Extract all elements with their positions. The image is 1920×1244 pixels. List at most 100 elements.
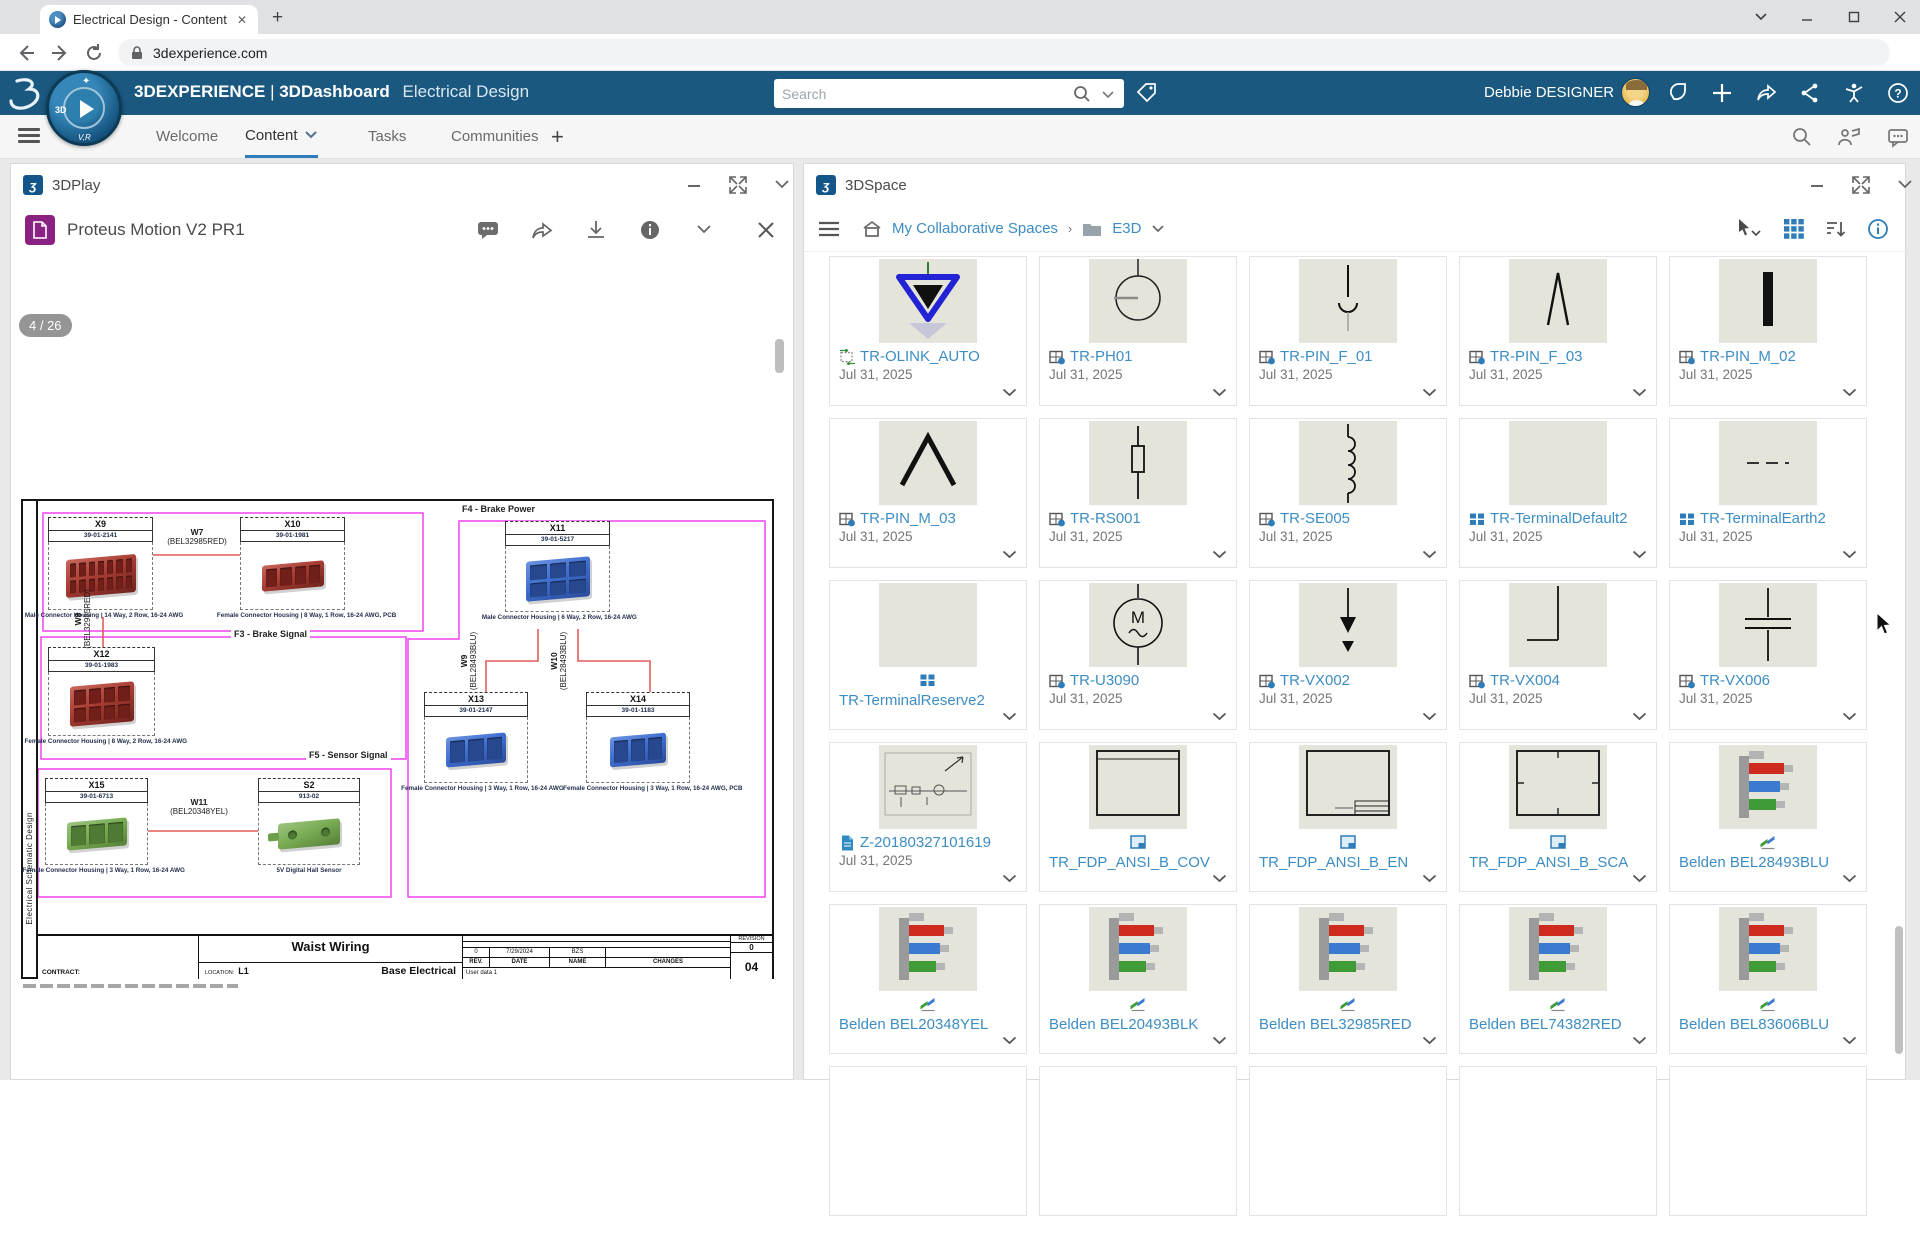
add-tab-button[interactable]: +	[551, 115, 564, 158]
tile-expand-chevron-icon[interactable]	[1422, 712, 1437, 721]
download-icon[interactable]	[583, 217, 609, 243]
tile-expand-chevron-icon[interactable]	[1002, 712, 1017, 721]
widget-menu-chevron-icon[interactable]	[1892, 172, 1918, 198]
tab-tasks[interactable]: Tasks	[368, 115, 406, 158]
tile-expand-chevron-icon[interactable]	[1842, 550, 1857, 559]
content-tile[interactable]: TR_FDP_ANSI_B_COV	[1039, 742, 1237, 892]
content-tile[interactable]: TR-VX004Jul 31, 2025	[1459, 580, 1657, 730]
tile-label[interactable]: TR-PIN_M_02	[1700, 348, 1796, 365]
tile-thumbnail[interactable]	[830, 257, 1026, 345]
tile-label[interactable]: TR-TerminalDefault2	[1490, 510, 1628, 527]
grid-view-icon[interactable]	[1781, 216, 1807, 242]
expand-widget-icon[interactable]	[1848, 172, 1874, 198]
tag-search-icon[interactable]	[1135, 81, 1159, 105]
browser-tab[interactable]: Electrical Design - Content ✕	[40, 5, 258, 34]
tile-label[interactable]: TR-TerminalEarth2	[1700, 510, 1826, 527]
search-options-chevron-icon[interactable]	[1100, 86, 1116, 102]
notifications-tag-icon[interactable]	[1666, 81, 1690, 105]
tile-thumbnail[interactable]	[1670, 743, 1866, 831]
tile-expand-chevron-icon[interactable]	[1002, 550, 1017, 559]
tile-expand-chevron-icon[interactable]	[1002, 874, 1017, 883]
info-icon[interactable]	[637, 217, 663, 243]
tile-expand-chevron-icon[interactable]	[1212, 1036, 1227, 1045]
breadcrumb-chevron-icon[interactable]	[1151, 224, 1165, 234]
window-close-icon[interactable]	[1891, 8, 1909, 26]
content-tile[interactable]: TR-SE005Jul 31, 2025	[1249, 418, 1447, 568]
tile-expand-chevron-icon[interactable]	[1632, 712, 1647, 721]
chat-icon[interactable]	[1886, 125, 1910, 149]
content-tile[interactable]: TR-TerminalEarth2Jul 31, 2025	[1669, 418, 1867, 568]
breadcrumb-folder[interactable]: E3D	[1112, 220, 1141, 237]
content-tile[interactable]: Belden BEL20348YEL	[829, 904, 1027, 1054]
content-tile[interactable]: TR_FDP_ANSI_B_EN	[1249, 742, 1447, 892]
3dspace-scrollbar[interactable]	[1895, 926, 1903, 1054]
tab-close-icon[interactable]: ✕	[235, 13, 249, 27]
content-tile-partial[interactable]	[1459, 1066, 1657, 1216]
tile-thumbnail[interactable]	[1040, 419, 1236, 507]
tile-expand-chevron-icon[interactable]	[1632, 550, 1647, 559]
tile-thumbnail[interactable]	[1670, 905, 1866, 993]
tile-label[interactable]: TR-PIN_M_03	[860, 510, 956, 527]
chevron-down-icon[interactable]	[304, 130, 318, 140]
select-mode-icon[interactable]	[1735, 216, 1761, 242]
user-name[interactable]: Debbie DESIGNER	[1484, 84, 1614, 101]
content-tile[interactable]: Belden BEL20493BLK	[1039, 904, 1237, 1054]
tile-thumbnail[interactable]	[1250, 905, 1446, 993]
content-tile[interactable]: TR-PH01Jul 31, 2025	[1039, 256, 1237, 406]
tile-thumbnail[interactable]	[1250, 257, 1446, 345]
people-search-icon[interactable]	[1790, 125, 1814, 149]
tile-expand-chevron-icon[interactable]	[1212, 550, 1227, 559]
forward-icon[interactable]	[48, 41, 72, 65]
tile-expand-chevron-icon[interactable]	[1212, 388, 1227, 397]
share-document-icon[interactable]	[529, 217, 555, 243]
tile-expand-chevron-icon[interactable]	[1632, 388, 1647, 397]
tile-label[interactable]: TR_FDP_ANSI_B_COV	[1049, 854, 1210, 871]
content-tile[interactable]: Belden BEL74382RED	[1459, 904, 1657, 1054]
tile-label[interactable]: TR-RS001	[1070, 510, 1141, 527]
content-tile[interactable]: Belden BEL32985RED	[1249, 904, 1447, 1054]
tile-thumbnail[interactable]	[1670, 257, 1866, 345]
tile-thumbnail[interactable]	[1460, 419, 1656, 507]
tile-thumbnail[interactable]	[1250, 743, 1446, 831]
tile-expand-chevron-icon[interactable]	[1842, 1036, 1857, 1045]
content-tile[interactable]: Z-20180327101619Jul 31, 2025	[829, 742, 1027, 892]
url-field[interactable]: 3dexperience.com	[118, 39, 1890, 66]
tile-label[interactable]: TR-VX002	[1280, 672, 1350, 689]
tile-label[interactable]: TR-SE005	[1280, 510, 1350, 527]
more-chevron-icon[interactable]	[691, 217, 717, 243]
tile-thumbnail[interactable]	[830, 905, 1026, 993]
minimize-widget-icon[interactable]	[1804, 172, 1830, 198]
tile-label[interactable]: Belden BEL28493BLU	[1679, 854, 1829, 871]
window-minimize-icon[interactable]	[1798, 8, 1816, 26]
tile-thumbnail[interactable]	[1250, 581, 1446, 669]
tile-thumbnail[interactable]	[1670, 581, 1866, 669]
tile-expand-chevron-icon[interactable]	[1842, 874, 1857, 883]
document-viewer[interactable]: 4 / 26 Electrical Schematic Design F3 -	[11, 254, 793, 1079]
tile-expand-chevron-icon[interactable]	[1002, 388, 1017, 397]
content-tile[interactable]: Belden BEL28493BLU	[1669, 742, 1867, 892]
minimize-widget-icon[interactable]	[681, 172, 707, 198]
content-tile-partial[interactable]	[829, 1066, 1027, 1216]
add-content-icon[interactable]	[1710, 81, 1734, 105]
share-icon[interactable]	[1754, 81, 1778, 105]
tile-label[interactable]: TR-PIN_F_01	[1280, 348, 1373, 365]
breadcrumb-root[interactable]: My Collaborative Spaces	[892, 220, 1058, 237]
share-network-icon[interactable]	[1798, 81, 1822, 105]
tile-expand-chevron-icon[interactable]	[1632, 874, 1647, 883]
tile-thumbnail[interactable]	[830, 419, 1026, 507]
content-tile[interactable]: TR-TerminalDefault2Jul 31, 2025	[1459, 418, 1657, 568]
reload-icon[interactable]	[82, 41, 106, 65]
search-input[interactable]	[782, 86, 1072, 102]
tile-thumbnail[interactable]	[1250, 419, 1446, 507]
tile-expand-chevron-icon[interactable]	[1842, 712, 1857, 721]
tab-search-icon[interactable]	[1752, 8, 1770, 26]
tile-label[interactable]: TR_FDP_ANSI_B_EN	[1259, 854, 1408, 871]
tile-thumbnail[interactable]: M	[1040, 581, 1236, 669]
widget-menu-chevron-icon[interactable]	[769, 172, 795, 198]
tile-thumbnail[interactable]	[1460, 257, 1656, 345]
tile-expand-chevron-icon[interactable]	[1422, 874, 1437, 883]
tile-expand-chevron-icon[interactable]	[1422, 550, 1437, 559]
tile-label[interactable]: TR-PIN_F_03	[1490, 348, 1583, 365]
content-tile[interactable]: TR-VX006Jul 31, 2025	[1669, 580, 1867, 730]
tile-expand-chevron-icon[interactable]	[1632, 1036, 1647, 1045]
